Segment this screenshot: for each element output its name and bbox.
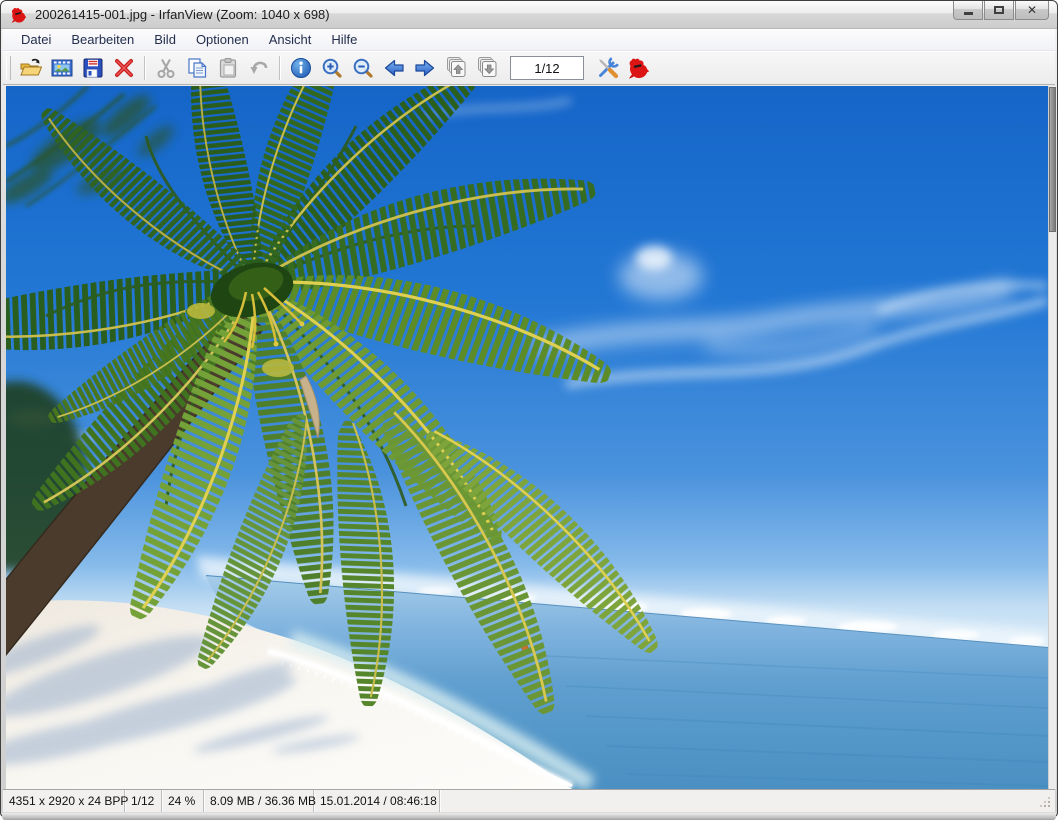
about-button[interactable]: [623, 54, 654, 82]
toolbar-separator: [279, 56, 280, 80]
maximize-icon: [994, 6, 1004, 14]
close-icon: ✕: [1027, 4, 1037, 16]
zoom-in-button[interactable]: [316, 54, 347, 82]
status-file-size: 8.09 MB / 36.36 MB: [204, 790, 314, 812]
open-button[interactable]: [15, 54, 46, 82]
image-canvas[interactable]: [6, 86, 1048, 789]
pages-up-icon: [444, 56, 468, 80]
save-icon: [81, 56, 105, 80]
paste-button[interactable]: [212, 54, 243, 82]
beach-photo: [6, 86, 1048, 789]
info-button[interactable]: [285, 54, 316, 82]
window-title: 200261415-001.jpg - IrfanView (Zoom: 104…: [35, 7, 330, 22]
previous-page-button[interactable]: [440, 54, 471, 82]
status-image-dimensions: 4351 x 2920 x 24 BPP: [3, 790, 125, 812]
status-zoom-level: 24 %: [162, 790, 204, 812]
irfanview-app-icon: [10, 6, 28, 24]
arrow-left-icon: [382, 56, 406, 80]
delete-icon: [112, 56, 136, 80]
irfanview-window: 200261415-001.jpg - IrfanView (Zoom: 104…: [0, 0, 1058, 817]
copy-icon: [185, 56, 209, 80]
properties-icon: [596, 56, 620, 80]
page-jump-input[interactable]: [510, 56, 584, 80]
irfanview-cat-icon: [627, 56, 651, 80]
cut-icon: [154, 56, 178, 80]
toolbar: [3, 51, 1055, 85]
resize-grip[interactable]: [1039, 796, 1051, 808]
open-folder-icon: [19, 56, 43, 80]
undo-button[interactable]: [243, 54, 274, 82]
zoom-in-icon: [320, 56, 344, 80]
menu-ansicht[interactable]: Ansicht: [259, 29, 322, 50]
paste-icon: [216, 56, 240, 80]
status-empty: [440, 790, 1055, 812]
slideshow-button[interactable]: [46, 54, 77, 82]
toolbar-separator: [144, 56, 145, 80]
menu-optionen[interactable]: Optionen: [186, 29, 259, 50]
minimize-button[interactable]: [953, 1, 983, 20]
menu-bearbeiten[interactable]: Bearbeiten: [61, 29, 144, 50]
minimize-icon: [964, 12, 973, 15]
close-button[interactable]: ✕: [1015, 1, 1049, 20]
menu-bar: Datei Bearbeiten Bild Optionen Ansicht H…: [3, 29, 1055, 51]
previous-image-button[interactable]: [378, 54, 409, 82]
save-button[interactable]: [77, 54, 108, 82]
menu-bild[interactable]: Bild: [144, 29, 186, 50]
toolbar-grip[interactable]: [6, 56, 11, 80]
status-bar: 4351 x 2920 x 24 BPP 1/12 24 % 8.09 MB /…: [3, 789, 1055, 812]
menu-datei[interactable]: Datei: [11, 29, 61, 50]
copy-button[interactable]: [181, 54, 212, 82]
arrow-right-icon: [413, 56, 437, 80]
maximize-button[interactable]: [984, 1, 1014, 20]
menu-hilfe[interactable]: Hilfe: [321, 29, 367, 50]
undo-icon: [247, 56, 271, 80]
status-file-datetime: 15.01.2014 / 08:46:18: [314, 790, 440, 812]
slideshow-icon: [50, 56, 74, 80]
vertical-scrollbar-thumb[interactable]: [1049, 87, 1056, 232]
vertical-scrollbar[interactable]: [1048, 86, 1056, 789]
cut-button[interactable]: [150, 54, 181, 82]
zoom-out-icon: [351, 56, 375, 80]
title-bar[interactable]: 200261415-001.jpg - IrfanView (Zoom: 104…: [1, 1, 1057, 29]
next-image-button[interactable]: [409, 54, 440, 82]
info-icon: [289, 56, 313, 80]
delete-button[interactable]: [108, 54, 139, 82]
zoom-out-button[interactable]: [347, 54, 378, 82]
window-controls: ✕: [952, 1, 1049, 20]
status-page-index: 1/12: [125, 790, 162, 812]
properties-button[interactable]: [592, 54, 623, 82]
pages-down-icon: [475, 56, 499, 80]
next-page-button[interactable]: [471, 54, 502, 82]
